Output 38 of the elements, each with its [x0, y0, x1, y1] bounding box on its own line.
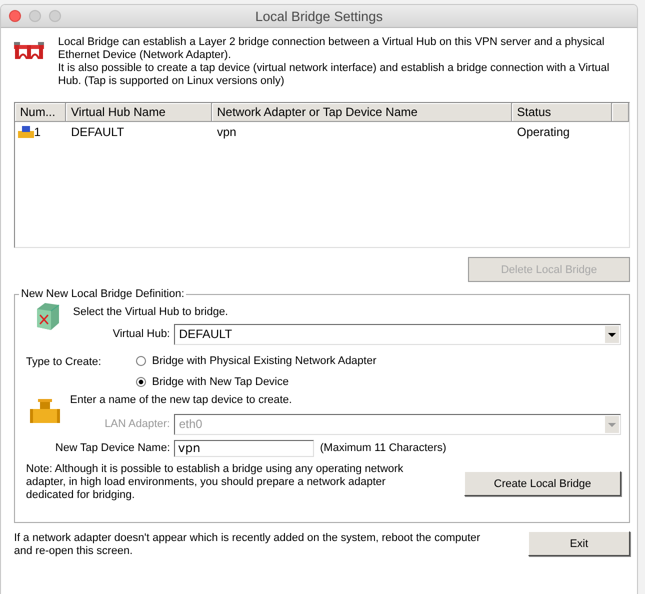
instruction-text: Enter a name of the new tap device to create. — [70, 394, 292, 408]
radio-button[interactable] — [136, 356, 146, 366]
table-cell: vpn — [217, 124, 236, 138]
create-local-bridge-button[interactable]: Create Local Bridge — [464, 471, 621, 496]
header-filler — [612, 103, 629, 122]
intro-text: Local Bridge can establish a Layer 2 bridge connection between a Virtual Hub on this VPN server and a physical Ethernet Device (Network Adapter). — [58, 36, 606, 62]
close-button[interactable] — [9, 10, 21, 22]
virtual-hub-dropdown[interactable]: DEFAULT — [174, 324, 621, 344]
hub-icon — [35, 301, 61, 331]
radio-label: Bridge with Physical Existing Network Adapter — [152, 354, 376, 366]
note-text: Note: Although it is possible to establish a bridge using any operating network adapter, in high load environments, you should prepare a network adapter dedicated for bridging. — [26, 463, 404, 502]
radio-option[interactable]: Bridge with Physical Existing Network Adapter — [136, 353, 376, 368]
table-cell: 1 — [34, 124, 41, 138]
exit-button[interactable]: Exit — [528, 531, 630, 556]
window-title: Local Bridge Settings — [254, 8, 384, 24]
field-label: Type to Create: — [26, 356, 102, 370]
group-title: New New Local Bridge Definition: — [19, 288, 186, 300]
radio-option[interactable]: Bridge with New Tap Device — [136, 374, 376, 389]
tap-name-field[interactable]: vpn — [174, 440, 314, 456]
field-label: LAN Adapter: — [104, 418, 171, 430]
column-header[interactable]: Network Adapter or Tap Device Name — [212, 103, 512, 122]
table-row[interactable]: 1 DEFAULT vpn Operating — [15, 122, 629, 141]
table-cell: DEFAULT — [71, 124, 124, 138]
bridge-row-icon — [18, 126, 34, 138]
table-cell: Operating — [517, 124, 570, 138]
hint-text: (Maximum 11 Characters) — [320, 442, 446, 454]
instruction-text: Select the Virtual Hub to bridge. — [73, 306, 228, 318]
field-label: New Tap Device Name: — [54, 442, 171, 454]
column-header[interactable]: Virtual Hub Name — [66, 103, 212, 122]
radio-label: Bridge with New Tap Device — [152, 376, 289, 388]
intro-text: It is also possible to create a tap device (virtual network interface) and establish a bridge connection with a Virtual Hub. (Tap is supported on Linux versions only) — [58, 62, 610, 88]
column-header[interactable]: Num... — [15, 103, 66, 122]
radio-button[interactable] — [136, 376, 146, 386]
footer-note: If a network adapter doesn't appear which is recently added on the system, reboot the computer and re-open this screen. — [14, 532, 482, 558]
field-label: Virtual Hub: — [112, 328, 171, 340]
pipe-icon — [30, 399, 60, 425]
bridge-icon — [14, 41, 44, 59]
column-header[interactable]: Status — [512, 103, 612, 122]
